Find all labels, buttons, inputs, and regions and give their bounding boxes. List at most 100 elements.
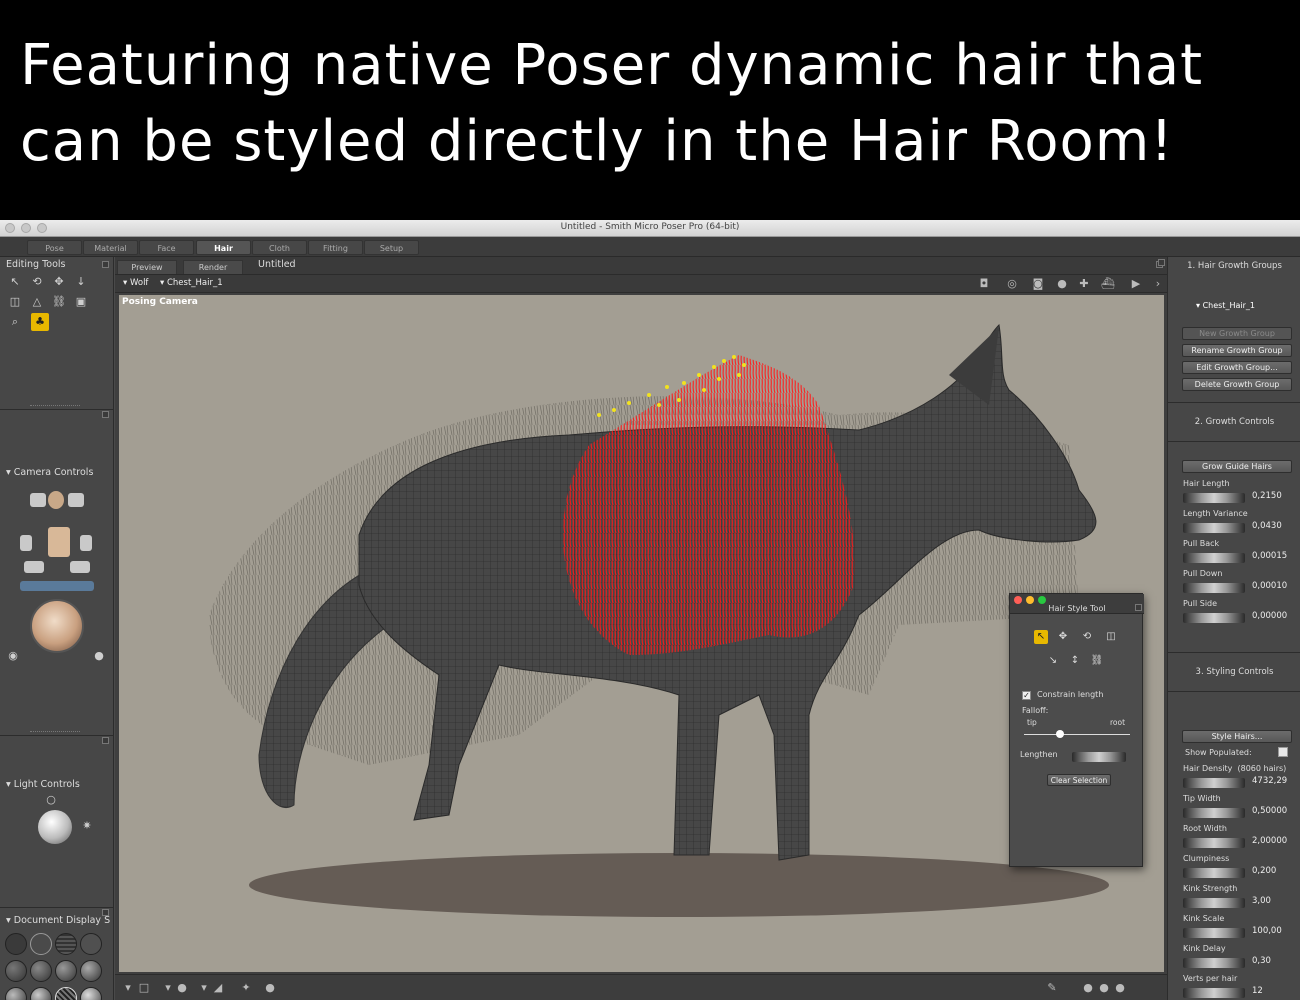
pull-back-dial[interactable] xyxy=(1183,553,1245,563)
root-width-value[interactable]: 2,00000 xyxy=(1252,836,1287,846)
display-outline-icon[interactable] xyxy=(30,933,52,955)
display-lined-icon[interactable] xyxy=(30,987,52,1000)
tab-hair[interactable]: Hair xyxy=(196,240,251,255)
ground-plane-icon[interactable]: ● xyxy=(175,981,189,995)
panel-menu-icon[interactable] xyxy=(102,261,109,268)
hand-camera-left-icon[interactable] xyxy=(30,493,46,507)
3d-viewport[interactable]: Posing Camera xyxy=(119,295,1164,972)
hand-camera-right-icon[interactable] xyxy=(68,493,84,507)
boat-camera-icon[interactable]: ⛴ xyxy=(1101,277,1115,291)
twist-hairs-icon[interactable]: ⟲ xyxy=(1080,630,1094,644)
pull-back-value[interactable]: 0,00015 xyxy=(1252,551,1287,561)
color-swatch-icon[interactable]: ● xyxy=(1113,981,1127,995)
twist-tool-icon[interactable]: ⟲ xyxy=(30,275,44,289)
curl-hairs-icon[interactable]: ↕ xyxy=(1068,654,1082,668)
display-cartoon-icon[interactable] xyxy=(55,960,77,982)
new-growth-group-button[interactable]: New Growth Group xyxy=(1182,327,1292,340)
magnifier-tool-icon[interactable]: ⌕ xyxy=(8,315,22,329)
display-texture-icon[interactable] xyxy=(5,987,27,1000)
camera-snapshot-icon[interactable]: ◘ xyxy=(977,277,991,291)
scale-tool-icon[interactable]: ◫ xyxy=(8,295,22,309)
display-wire-shaded-icon[interactable] xyxy=(55,987,77,1000)
clear-selection-button[interactable]: Clear Selection xyxy=(1047,774,1111,786)
camera-trackball[interactable] xyxy=(30,599,84,653)
move-xz-icon[interactable] xyxy=(24,561,44,573)
record-dot-icon[interactable]: ● xyxy=(1055,277,1069,291)
chain-break-icon[interactable]: ⛓ xyxy=(52,295,66,309)
display-sketch-icon[interactable] xyxy=(80,987,102,1000)
style-hairs-button[interactable]: Style Hairs... xyxy=(1182,730,1292,743)
grow-guide-hairs-button[interactable]: Grow Guide Hairs xyxy=(1182,460,1292,473)
select-hairs-icon[interactable]: ↖ xyxy=(1034,630,1048,644)
translate-hairs-icon[interactable]: ✥ xyxy=(1056,630,1070,644)
chevron-right-icon[interactable]: › xyxy=(1151,277,1165,291)
verts-per-hair-dial[interactable] xyxy=(1183,988,1245,998)
hair-density-dial[interactable] xyxy=(1183,778,1245,788)
tab-setup[interactable]: Setup xyxy=(364,240,419,255)
panel-menu-icon[interactable] xyxy=(102,411,109,418)
actor-dropdown[interactable]: ▾ Chest_Hair_1 xyxy=(160,278,223,288)
palette-minimize-button[interactable] xyxy=(1026,596,1034,604)
panel-grip[interactable] xyxy=(30,731,80,734)
tab-fitting[interactable]: Fitting xyxy=(308,240,363,255)
palette-zoom-button[interactable] xyxy=(1038,596,1046,604)
panel-menu-icon[interactable] xyxy=(102,737,109,744)
hair-length-dial[interactable] xyxy=(1183,493,1245,503)
light-sphere[interactable] xyxy=(38,810,72,844)
color-swatch-icon[interactable]: ● xyxy=(1097,981,1111,995)
color-tool-icon[interactable]: ▣ xyxy=(74,295,88,309)
translate-in-out-icon[interactable]: ↓ xyxy=(74,275,88,289)
tip-width-dial[interactable] xyxy=(1183,808,1245,818)
kink-scale-dial[interactable] xyxy=(1183,928,1245,938)
kink-delay-dial[interactable] xyxy=(1183,958,1245,968)
pull-down-value[interactable]: 0,00010 xyxy=(1252,581,1287,591)
tip-width-value[interactable]: 0,50000 xyxy=(1252,806,1287,816)
camera-record-icon[interactable]: ◎ xyxy=(1005,277,1019,291)
verts-per-hair-value[interactable]: 12 xyxy=(1252,986,1263,996)
background-color-icon[interactable]: ● xyxy=(263,981,277,995)
taper-tool-icon[interactable]: △ xyxy=(30,295,44,309)
tab-face[interactable]: Face xyxy=(139,240,194,255)
hair-brush-tool-icon[interactable]: ♣ xyxy=(31,313,49,331)
rename-growth-group-button[interactable]: Rename Growth Group xyxy=(1182,344,1292,357)
camera-animation-icon[interactable]: ● xyxy=(92,649,106,663)
delete-growth-group-button[interactable]: Delete Growth Group xyxy=(1182,378,1292,391)
figure-dropdown[interactable]: ▾ Wolf xyxy=(123,278,148,288)
translate-tool-icon[interactable]: ✥ xyxy=(52,275,66,289)
kink-scale-value[interactable]: 100,00 xyxy=(1252,926,1282,936)
display-silhouette-icon[interactable] xyxy=(5,933,27,955)
dropdown-arrow-icon[interactable]: ▾ xyxy=(197,981,211,995)
root-width-dial[interactable] xyxy=(1183,838,1245,848)
constrain-length-checkbox[interactable]: ✓ xyxy=(1022,691,1031,700)
display-smooth-shaded-icon[interactable] xyxy=(80,960,102,982)
clumpiness-value[interactable]: 0,200 xyxy=(1252,866,1276,876)
palette-close-button[interactable] xyxy=(1014,596,1022,604)
palette-menu-icon[interactable] xyxy=(1135,604,1142,611)
panel-grip[interactable] xyxy=(30,405,80,408)
length-variance-value[interactable]: 0,0430 xyxy=(1252,521,1282,531)
shadow-toggle-icon[interactable]: ◢ xyxy=(211,981,225,995)
move-xy-icon[interactable] xyxy=(70,561,90,573)
falloff-slider-thumb[interactable] xyxy=(1056,730,1064,738)
edit-growth-group-button[interactable]: Edit Growth Group... xyxy=(1182,361,1292,374)
falloff-slider-track[interactable] xyxy=(1024,734,1130,735)
dropdown-arrow-icon[interactable]: ▾ xyxy=(161,981,175,995)
tab-pose[interactable]: Pose xyxy=(27,240,82,255)
video-camera-icon[interactable]: ▶ xyxy=(1129,277,1143,291)
deselect-hairs-icon[interactable]: ↘ xyxy=(1046,654,1060,668)
camera-lens-icon[interactable]: ◙ xyxy=(1031,277,1045,291)
pull-side-dial[interactable] xyxy=(1183,613,1245,623)
face-camera-icon[interactable] xyxy=(48,491,64,509)
tab-render[interactable]: Render xyxy=(183,260,243,274)
main-camera-figure-icon[interactable] xyxy=(48,527,70,557)
kink-delay-value[interactable]: 0,30 xyxy=(1252,956,1271,966)
pull-side-value[interactable]: 0,00000 xyxy=(1252,611,1287,621)
right-hand-camera-icon[interactable] xyxy=(80,535,92,551)
growth-group-dropdown[interactable]: ▾ Chest_Hair_1 xyxy=(1196,301,1255,310)
camera-icon[interactable]: ◉ xyxy=(6,649,20,663)
display-hidden-line-icon[interactable] xyxy=(80,933,102,955)
hair-density-value[interactable]: 4732,29 xyxy=(1252,776,1287,786)
target-icon[interactable]: ✚ xyxy=(1077,277,1091,291)
layout-icon[interactable]: □ xyxy=(137,981,151,995)
sun-icon[interactable]: ✷ xyxy=(80,819,94,833)
